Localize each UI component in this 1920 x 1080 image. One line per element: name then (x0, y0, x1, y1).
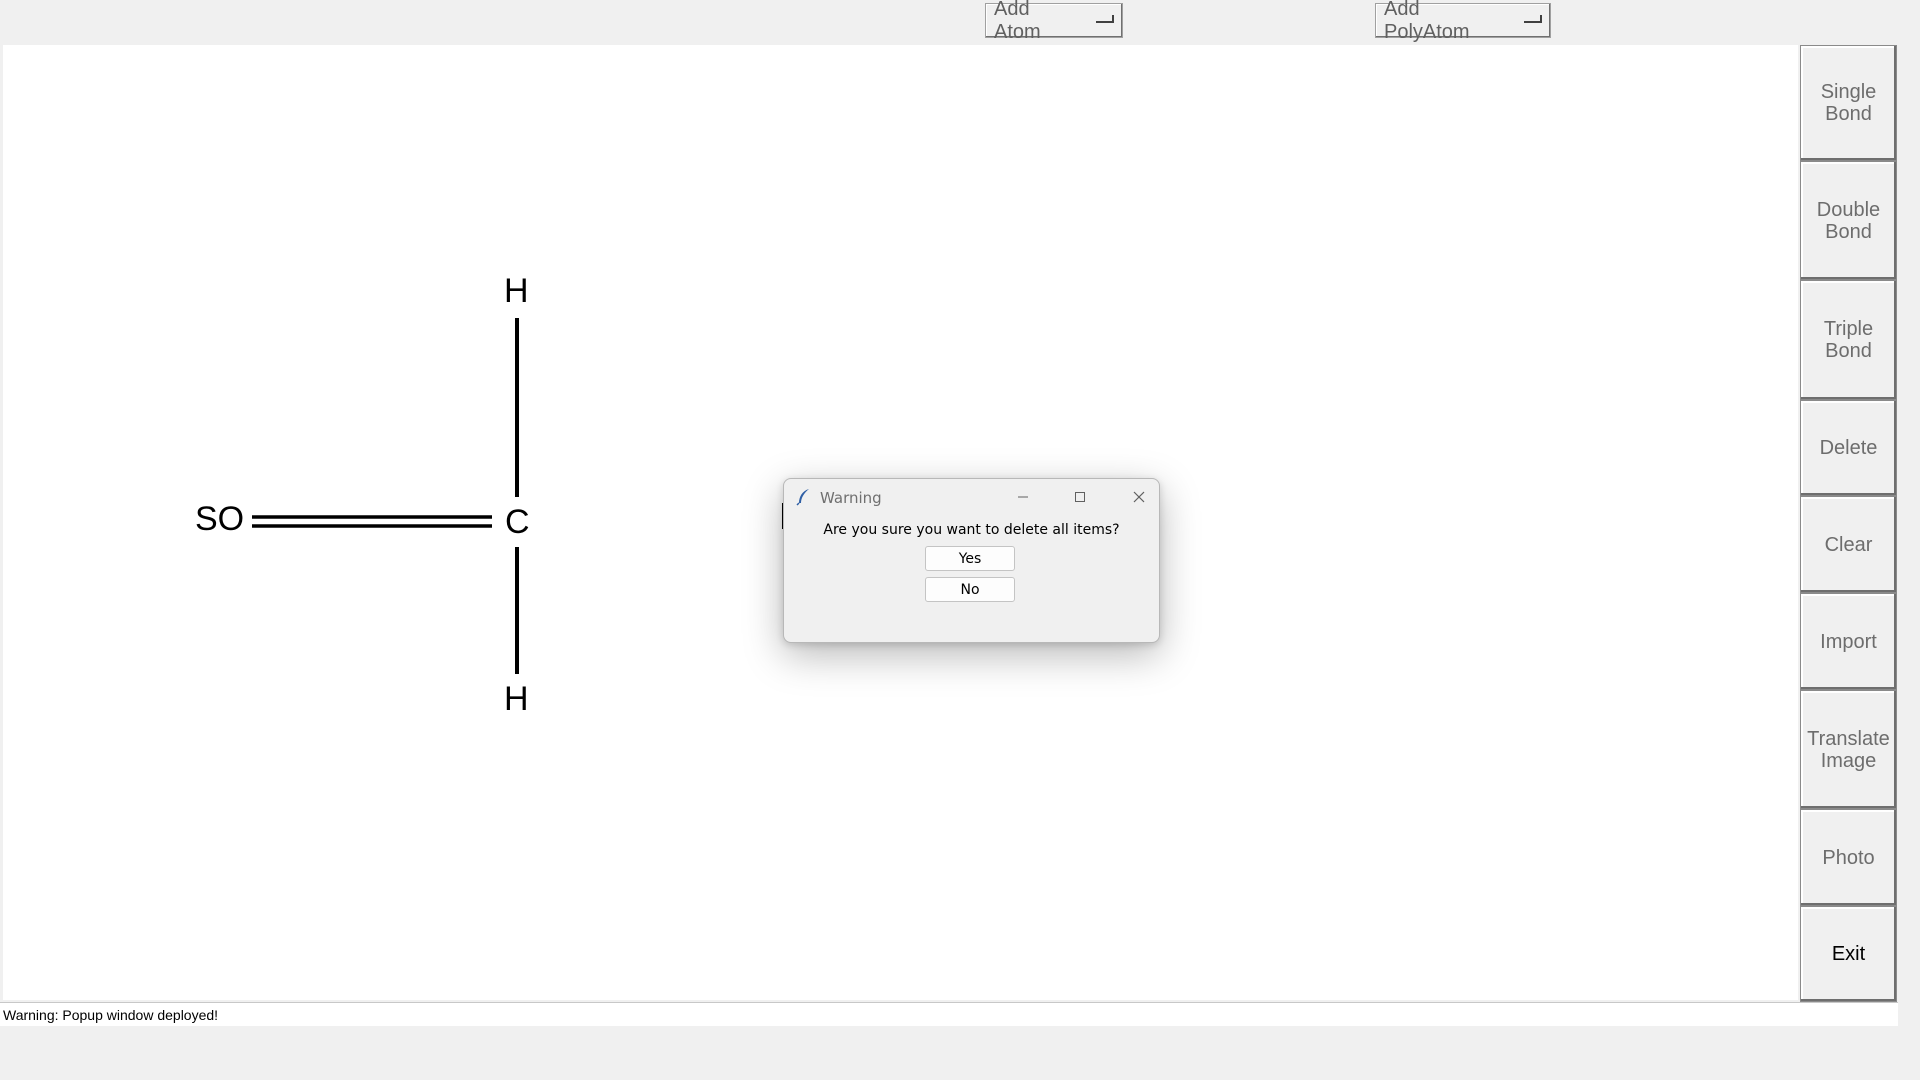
dialog-title: Warning (820, 489, 882, 507)
double-bond-so-c[interactable] (252, 515, 492, 528)
add-atom-menu-button[interactable]: Add Atom (985, 0, 1123, 43)
maximize-icon[interactable] (1069, 486, 1091, 508)
atom-h-bottom[interactable]: H (504, 680, 529, 719)
photo-button[interactable]: Photo (1800, 809, 1897, 906)
tool-sidebar: Single Bond Double Bond Triple Bond Dele… (1800, 45, 1897, 1002)
feather-icon (796, 489, 809, 506)
minimize-icon[interactable] (1012, 486, 1034, 508)
add-polyatom-menu-button[interactable]: Add PolyAtom (1375, 0, 1551, 43)
translate-image-button[interactable]: Translate Image (1800, 690, 1897, 809)
add-atom-label: Add Atom (994, 0, 1041, 43)
warning-dialog: Warning Are you sure you want to delete … (783, 478, 1160, 643)
yes-button[interactable]: Yes (925, 546, 1015, 571)
clear-button[interactable]: Clear (1800, 496, 1897, 593)
atom-so[interactable]: SO (195, 500, 244, 539)
import-button[interactable]: Import (1800, 593, 1897, 690)
single-bond-button[interactable]: Single Bond (1800, 45, 1897, 161)
delete-button[interactable]: Delete (1800, 400, 1897, 496)
atom-c[interactable]: C (505, 503, 530, 542)
close-icon[interactable] (1128, 486, 1150, 508)
add-polyatom-label: Add PolyAtom (1384, 0, 1470, 43)
status-bar: Warning: Popup window deployed! (0, 1002, 1898, 1026)
no-button[interactable]: No (925, 577, 1015, 602)
triple-bond-button[interactable]: Triple Bond (1800, 280, 1897, 400)
exit-button[interactable]: Exit (1800, 906, 1897, 1002)
menu-indicator-icon (1524, 15, 1542, 25)
dialog-titlebar[interactable]: Warning (784, 479, 1159, 515)
double-bond-button[interactable]: Double Bond (1800, 161, 1897, 280)
menu-indicator-icon (1096, 15, 1114, 25)
atom-h-top[interactable]: H (504, 272, 529, 311)
dialog-message: Are you sure you want to delete all item… (823, 522, 1120, 538)
